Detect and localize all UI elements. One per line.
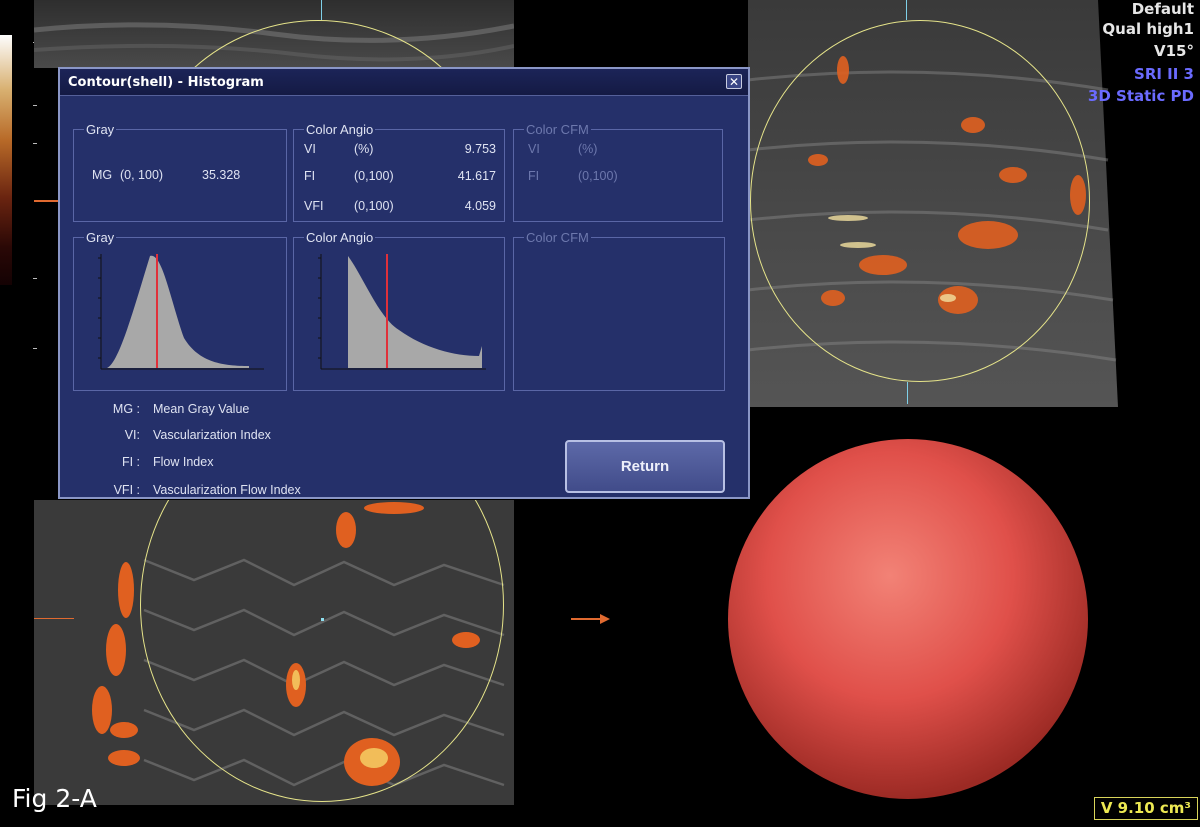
gray-histogram-group: Gray xyxy=(73,230,287,391)
ultrasound-plane-b[interactable] xyxy=(748,0,1118,407)
gray-stats-group: Gray MG (0, 100) 35.328 xyxy=(73,122,287,222)
legend-key: VI: xyxy=(124,428,140,442)
dialog-titlebar[interactable]: Contour(shell) - Histogram ✕ xyxy=(60,69,748,96)
legend-text: Vascularization Flow Index xyxy=(153,483,301,497)
gray-histogram xyxy=(98,254,264,370)
vfi-value: 4.059 xyxy=(464,199,496,213)
legend-key: FI : xyxy=(121,455,140,469)
vi-label: VI xyxy=(304,142,316,156)
status-line: 3D Static PD xyxy=(1087,87,1194,105)
scale-tick xyxy=(33,348,37,349)
group-label: Color CFM xyxy=(524,122,591,137)
status-line: Qual high1 xyxy=(1102,20,1194,38)
angio-stats-group: Color Angio VI (%) 9.753 FI (0,100) 41.6… xyxy=(293,122,505,222)
cfm-vi-unit: (%) xyxy=(578,142,598,156)
cfm-histogram-group: Color CFM xyxy=(513,230,725,391)
group-label: Gray xyxy=(84,122,117,137)
volume-render[interactable] xyxy=(727,438,1089,800)
vi-value: 9.753 xyxy=(464,142,496,156)
roi-contour xyxy=(750,20,1090,382)
close-icon: ✕ xyxy=(728,75,740,89)
scale-tick xyxy=(33,143,37,144)
cfm-fi-unit: (0,100) xyxy=(578,169,618,183)
plane-marker xyxy=(321,0,322,20)
fi-unit: (0,100) xyxy=(354,169,394,183)
angio-histogram-group: Color Angio xyxy=(293,230,505,391)
ultrasound-plane-c[interactable] xyxy=(34,500,514,805)
status-line: V15° xyxy=(1154,42,1194,60)
status-line: Default xyxy=(1131,0,1194,18)
mg-value: 35.328 xyxy=(202,168,241,182)
group-label: Color Angio xyxy=(304,122,376,137)
vfi-label: VFI xyxy=(304,199,324,213)
close-button[interactable]: ✕ xyxy=(726,74,742,89)
volume-readout: V 9.10 cm³ xyxy=(1093,797,1198,820)
cfm-stats-group: Color CFM VI (%) FI (0,100) xyxy=(513,122,723,222)
legend-key: VFI : xyxy=(113,483,140,497)
histogram-dialog: Contour(shell) - Histogram ✕ Gray MG (0,… xyxy=(58,67,750,499)
fi-label: FI xyxy=(304,169,316,183)
group-label: Color CFM xyxy=(524,230,591,245)
legend-text: Vascularization Index xyxy=(153,428,271,442)
color-scale-bar xyxy=(0,35,12,285)
return-button[interactable]: Return xyxy=(565,440,725,493)
figure-label: Fig 2-A xyxy=(12,784,97,813)
scale-tick xyxy=(33,105,37,106)
vi-unit: (%) xyxy=(354,142,374,156)
status-line: SRI II 3 xyxy=(1134,65,1194,83)
dialog-title: Contour(shell) - Histogram xyxy=(68,75,264,90)
vfi-unit: (0,100) xyxy=(354,199,394,213)
arrow-head-icon xyxy=(600,614,610,624)
mg-range: (0, 100) xyxy=(120,168,164,182)
plane-marker xyxy=(906,0,907,20)
cfm-vi-label: VI xyxy=(528,142,540,156)
center-point xyxy=(321,618,324,621)
position-marker xyxy=(34,618,74,619)
angio-histogram xyxy=(318,254,486,370)
fi-value: 41.617 xyxy=(457,169,496,183)
ultrasound-plane-a[interactable] xyxy=(34,0,514,68)
mg-label: MG xyxy=(92,168,113,182)
scale-tick xyxy=(33,278,37,279)
legend-text: Mean Gray Value xyxy=(153,402,250,416)
position-marker xyxy=(34,200,58,202)
plane-marker-arrow xyxy=(907,382,908,404)
legend-text: Flow Index xyxy=(153,455,214,469)
legend-key: MG : xyxy=(112,402,140,416)
cfm-fi-label: FI xyxy=(528,169,540,183)
